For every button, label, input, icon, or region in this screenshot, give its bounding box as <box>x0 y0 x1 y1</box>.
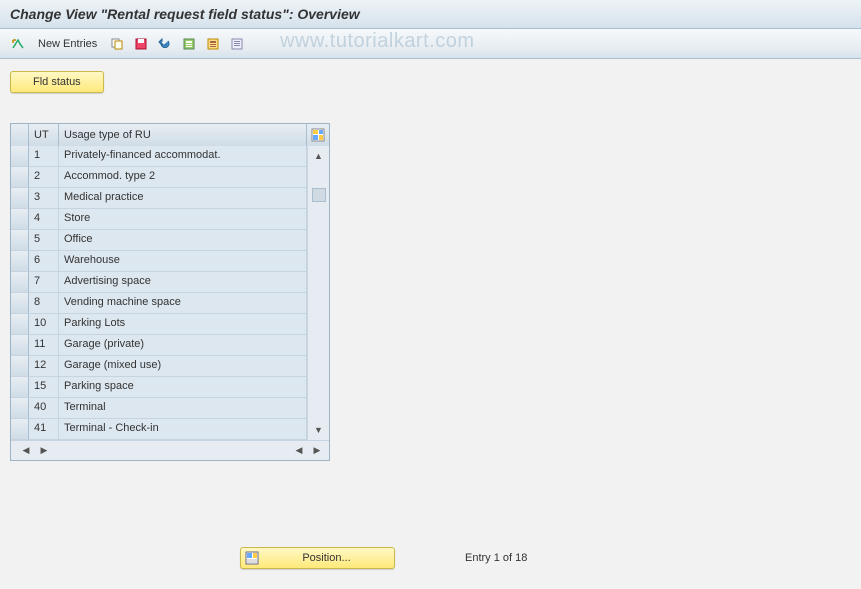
table-row[interactable]: 41Terminal - Check-in <box>11 419 307 440</box>
footer: Position... Entry 1 of 18 <box>0 547 861 569</box>
cell-usage[interactable]: Warehouse <box>59 251 307 272</box>
fld-status-button[interactable]: Fld status <box>10 71 104 93</box>
table-config-icon[interactable] <box>307 124 329 146</box>
table-row[interactable]: 10Parking Lots <box>11 314 307 335</box>
table-row[interactable]: 8Vending machine space <box>11 293 307 314</box>
row-selector[interactable] <box>11 356 29 377</box>
row-selector[interactable] <box>11 230 29 251</box>
cell-usage[interactable]: Parking space <box>59 377 307 398</box>
select-all-corner[interactable] <box>11 124 29 146</box>
cell-usage[interactable]: Vending machine space <box>59 293 307 314</box>
entry-count-text: Entry 1 of 18 <box>465 552 527 564</box>
cell-ut[interactable]: 41 <box>29 419 59 440</box>
row-selector[interactable] <box>11 377 29 398</box>
row-selector[interactable] <box>11 209 29 230</box>
row-selector[interactable] <box>11 167 29 188</box>
undo-icon[interactable] <box>155 34 175 54</box>
row-selector[interactable] <box>11 314 29 335</box>
position-button[interactable]: Position... <box>240 547 395 569</box>
deselect-all-icon[interactable] <box>227 34 247 54</box>
row-selector[interactable] <box>11 251 29 272</box>
cell-ut[interactable]: 12 <box>29 356 59 377</box>
cell-ut[interactable]: 6 <box>29 251 59 272</box>
table-row[interactable]: 5Office <box>11 230 307 251</box>
cell-ut[interactable]: 7 <box>29 272 59 293</box>
table-row[interactable]: 11Garage (private) <box>11 335 307 356</box>
table-row[interactable]: 40Terminal <box>11 398 307 419</box>
cell-ut[interactable]: 5 <box>29 230 59 251</box>
cell-usage[interactable]: Parking Lots <box>59 314 307 335</box>
vertical-scrollbar[interactable]: ▲ ▼ <box>307 146 329 440</box>
table-row[interactable]: 12Garage (mixed use) <box>11 356 307 377</box>
cell-ut[interactable]: 40 <box>29 398 59 419</box>
title-bar: Change View "Rental request field status… <box>0 0 861 29</box>
toolbar: New Entries <box>0 29 861 59</box>
toggle-icon[interactable] <box>8 34 28 54</box>
table-row[interactable]: 4Store <box>11 209 307 230</box>
cell-usage[interactable]: Accommod. type 2 <box>59 167 307 188</box>
cell-usage[interactable]: Garage (mixed use) <box>59 356 307 377</box>
position-label: Position... <box>265 552 388 564</box>
col-header-usage[interactable]: Usage type of RU <box>59 124 307 146</box>
cell-ut[interactable]: 3 <box>29 188 59 209</box>
row-selector[interactable] <box>11 335 29 356</box>
table-row[interactable]: 15Parking space <box>11 377 307 398</box>
select-all-icon[interactable] <box>179 34 199 54</box>
scroll-up-icon[interactable]: ▲ <box>311 148 327 164</box>
row-selector[interactable] <box>11 293 29 314</box>
cell-ut[interactable]: 2 <box>29 167 59 188</box>
table-header: UT Usage type of RU <box>11 124 329 146</box>
row-selector[interactable] <box>11 419 29 440</box>
table-row[interactable]: 1Privately-financed accommodat. <box>11 146 307 167</box>
cell-usage[interactable]: Medical practice <box>59 188 307 209</box>
table-row[interactable]: 7Advertising space <box>11 272 307 293</box>
page-title: Change View "Rental request field status… <box>10 6 851 22</box>
usage-type-table: UT Usage type of RU 1Privately-financed … <box>10 123 330 461</box>
cell-usage[interactable]: Store <box>59 209 307 230</box>
scroll-left-icon[interactable]: ◀ <box>18 443 34 459</box>
row-selector[interactable] <box>11 146 29 167</box>
table-row[interactable]: 2Accommod. type 2 <box>11 167 307 188</box>
cell-usage[interactable]: Garage (private) <box>59 335 307 356</box>
cell-ut[interactable]: 1 <box>29 146 59 167</box>
cell-usage[interactable]: Privately-financed accommodat. <box>59 146 307 167</box>
copy-icon[interactable] <box>107 34 127 54</box>
row-selector[interactable] <box>11 398 29 419</box>
table-row[interactable]: 3Medical practice <box>11 188 307 209</box>
cell-ut[interactable]: 4 <box>29 209 59 230</box>
position-icon <box>245 551 259 565</box>
new-entries-button[interactable]: New Entries <box>32 38 103 50</box>
cell-usage[interactable]: Advertising space <box>59 272 307 293</box>
select-block-icon[interactable] <box>203 34 223 54</box>
cell-ut[interactable]: 11 <box>29 335 59 356</box>
cell-ut[interactable]: 15 <box>29 377 59 398</box>
col-header-ut[interactable]: UT <box>29 124 59 146</box>
cell-usage[interactable]: Terminal - Check-in <box>59 419 307 440</box>
content-area: Fld status UT Usage type of RU 1Privatel… <box>0 59 861 589</box>
row-selector[interactable] <box>11 188 29 209</box>
scroll-left2-icon[interactable]: ◀ <box>291 443 307 459</box>
save-icon[interactable] <box>131 34 151 54</box>
scroll-thumb[interactable] <box>312 188 326 202</box>
table-row[interactable]: 6Warehouse <box>11 251 307 272</box>
cell-usage[interactable]: Terminal <box>59 398 307 419</box>
cell-ut[interactable]: 8 <box>29 293 59 314</box>
scroll-down-icon[interactable]: ▼ <box>311 422 327 438</box>
row-selector[interactable] <box>11 272 29 293</box>
horizontal-scrollbar[interactable]: ◀ ▶ ◀ ▶ <box>11 440 329 460</box>
cell-ut[interactable]: 10 <box>29 314 59 335</box>
scroll-right-icon[interactable]: ▶ <box>36 443 52 459</box>
cell-usage[interactable]: Office <box>59 230 307 251</box>
scroll-right2-icon[interactable]: ▶ <box>309 443 325 459</box>
